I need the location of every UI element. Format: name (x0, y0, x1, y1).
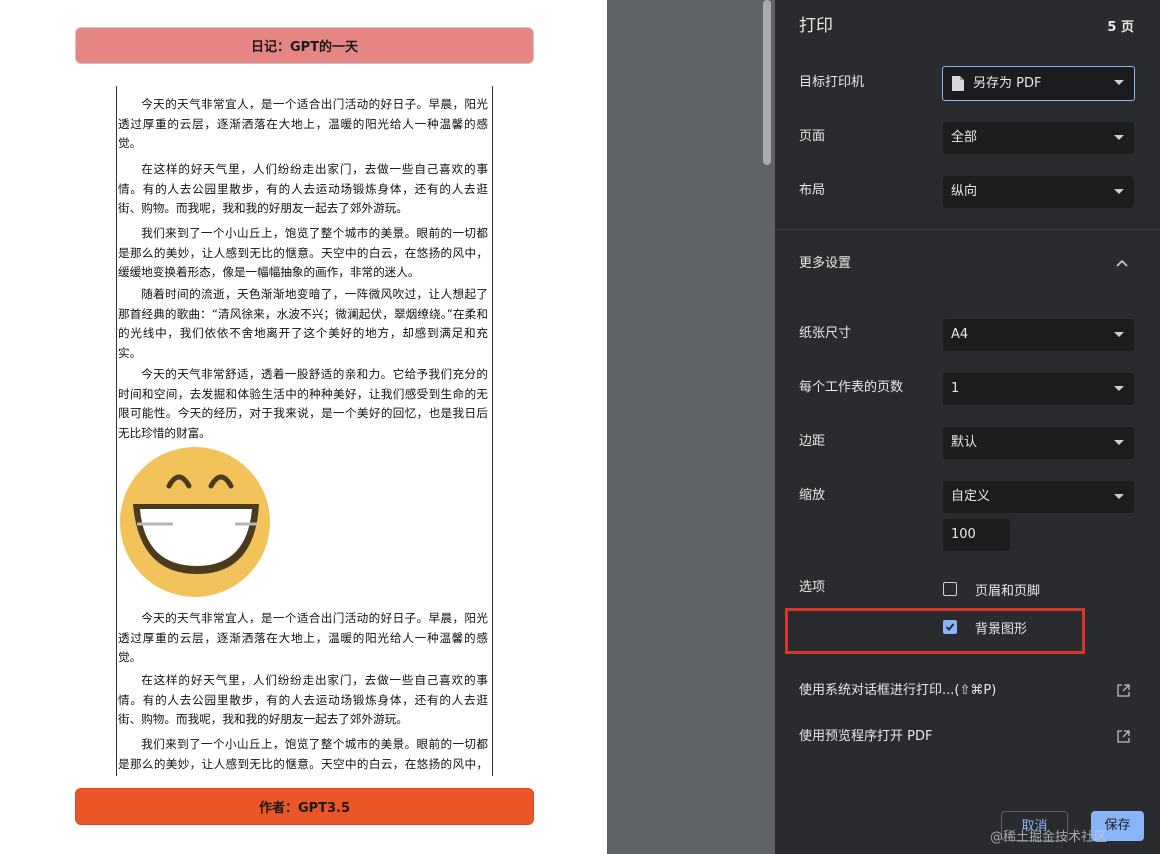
open-in-preview-link[interactable]: 使用预览程序打开 PDF (799, 728, 932, 746)
document-footer-banner: 作者：GPT3.5 (75, 788, 534, 825)
scale-input-value: 100 (951, 527, 976, 542)
scale-label: 缩放 (799, 488, 826, 503)
paper-size-select[interactable]: A4 (943, 319, 1134, 351)
paragraph: 随着时间的流逝，天色渐渐地变暗了，一阵微风吹过，让人想起了那首经典的歌曲：“清风… (118, 287, 488, 360)
smiley-face-image (120, 447, 270, 597)
margins-label: 边距 (799, 434, 826, 449)
document-body: 今天的天气非常宜人，是一个适合出门活动的好日子。早晨，阳光透过厚重的云层，逐渐洒… (116, 86, 493, 776)
headers-footers-label[interactable]: 页眉和页脚 (975, 580, 1040, 599)
destination-select[interactable]: 另存为 PDF (942, 66, 1135, 101)
scrollbar-thumb[interactable] (763, 0, 771, 165)
watermark-text: @稀土掘金技术社区 (990, 830, 1108, 845)
paragraph: 在这样的好天气里，人们纷纷走出家门，去做一些自己喜欢的事情。有的人去公园里散步，… (118, 162, 488, 215)
chevron-down-icon (1114, 135, 1124, 140)
more-settings-toggle[interactable]: 更多设置 (799, 255, 851, 273)
chevron-up-icon[interactable] (1116, 259, 1128, 267)
pages-per-sheet-value: 1 (951, 381, 960, 396)
preview-scrollbar[interactable] (760, 0, 774, 854)
paragraph: 我们来到了一个小山丘上，饱览了整个城市的美景。眼前的一切都是那么的美妙，让人感到… (118, 737, 488, 771)
background-graphics-highlight (785, 608, 1085, 654)
system-dialog-link[interactable]: 使用系统对话框进行打印...(⇧⌘P) (799, 682, 996, 700)
open-external-icon[interactable] (1117, 730, 1130, 743)
open-external-icon[interactable] (1117, 684, 1130, 697)
margins-value: 默认 (951, 435, 978, 450)
document-header-text: 日记：GPT的一天 (250, 40, 359, 55)
paragraph: 今天的天气非常宜人，是一个适合出门活动的好日子。早晨，阳光透过厚重的云层，逐渐洒… (118, 611, 488, 664)
document-footer-text: 作者：GPT3.5 (258, 801, 351, 816)
paragraph: 我们来到了一个小山丘上，饱览了整个城市的美景。眼前的一切都是那么的美妙，让人感到… (118, 226, 488, 279)
pages-select[interactable]: 全部 (943, 122, 1134, 154)
page-count: 5 页 (1107, 20, 1134, 35)
pages-value: 全部 (951, 130, 978, 145)
paper-size-value: A4 (951, 327, 969, 342)
scale-value: 自定义 (951, 489, 991, 504)
paragraph: 今天的天气非常宜人，是一个适合出门活动的好日子。早晨，阳光透过厚重的云层，逐渐洒… (118, 97, 488, 150)
scale-input[interactable]: 100 (943, 519, 1010, 551)
pages-per-sheet-select[interactable]: 1 (943, 373, 1134, 405)
destination-value: 另存为 PDF (973, 76, 1042, 91)
print-preview-page: 日记：GPT的一天 今天的天气非常宜人，是一个适合出门活动的好日子。早晨，阳光透… (0, 0, 607, 854)
paragraph: 今天的天气非常舒适，透着一股舒适的亲和力。它给予我们充分的时间和空间，去发掘和体… (118, 367, 488, 440)
layout-select[interactable]: 纵向 (943, 176, 1134, 208)
options-label: 选项 (799, 580, 826, 595)
chevron-down-icon (1114, 332, 1124, 337)
chevron-down-icon (1114, 189, 1124, 194)
divider (775, 229, 1160, 230)
scale-select[interactable]: 自定义 (943, 481, 1134, 513)
paragraph: 在这样的好天气里，人们纷纷走出家门，去做一些自己喜欢的事情。有的人去公园里散步，… (118, 673, 488, 726)
layout-value: 纵向 (951, 184, 978, 199)
chevron-down-icon (1114, 494, 1124, 499)
layout-label: 布局 (799, 183, 826, 198)
chevron-down-icon (1114, 386, 1124, 391)
margins-select[interactable]: 默认 (943, 427, 1134, 459)
pages-per-sheet-label: 每个工作表的页数 (799, 380, 904, 395)
print-dialog: 打印 5 页 目标打印机 另存为 PDF 页面 全部 布局 纵向 更多设置 纸张… (775, 0, 1160, 854)
paper-size-label: 纸张尺寸 (799, 326, 852, 341)
pages-label: 页面 (799, 129, 826, 144)
destination-label: 目标打印机 (799, 75, 865, 90)
dialog-title: 打印 (799, 16, 833, 36)
chevron-down-icon (1114, 440, 1124, 445)
document-header-banner: 日记：GPT的一天 (75, 27, 534, 64)
chevron-down-icon (1114, 80, 1124, 85)
document-icon (952, 76, 964, 91)
headers-footers-checkbox[interactable] (943, 582, 957, 596)
